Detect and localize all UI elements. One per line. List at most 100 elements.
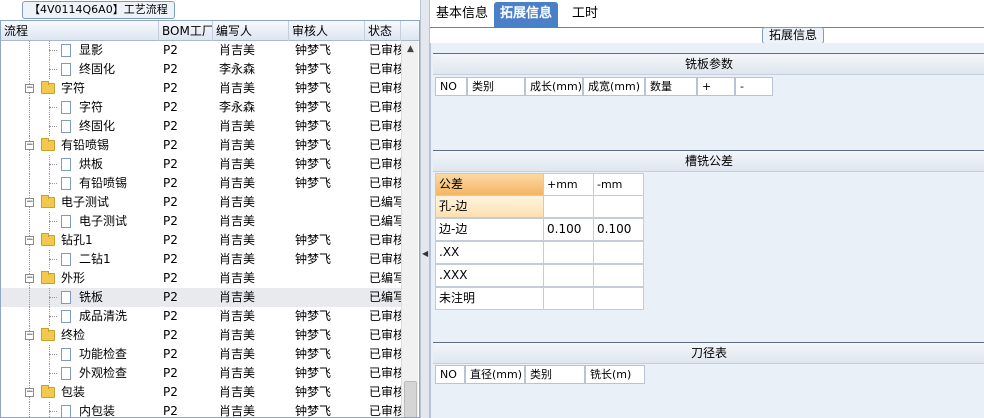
row-status: 已编写 <box>369 290 401 304</box>
collapse-toggle-icon[interactable]: − <box>25 84 34 93</box>
tree-folder-row[interactable]: − 终检 P2 肖吉美 钟梦飞 已审核 <box>1 326 401 345</box>
milling-remove-button[interactable]: - <box>735 77 773 96</box>
collapse-toggle-icon[interactable]: − <box>25 198 34 207</box>
tolerance-plus-cell[interactable] <box>543 241 594 264</box>
tree-scrollbar[interactable]: ▲ <box>401 41 419 417</box>
row-reviewer: 钟梦飞 <box>295 347 332 361</box>
row-process-name: 内包装 <box>79 404 116 418</box>
tree-row[interactable]: 终固化 P2 李永森 钟梦飞 已审核 <box>1 60 401 79</box>
row-process-name: 二钻1 <box>79 252 111 266</box>
tolerance-plus-cell[interactable]: 0.100 <box>543 218 594 241</box>
collapse-toggle-icon[interactable]: − <box>25 236 34 245</box>
tree-row[interactable]: 电子测试 P2 肖吉美 已编写 <box>1 212 401 231</box>
row-status: 已审核 <box>369 62 401 76</box>
tolerance-plus-cell[interactable] <box>543 264 594 287</box>
row-bom: P2 <box>163 309 178 323</box>
tree-row[interactable]: 功能检查 P2 肖吉美 钟梦飞 已审核 <box>1 345 401 364</box>
row-writer: 肖吉美 <box>219 214 256 228</box>
column-header-bom[interactable]: BOM工厂 <box>159 21 213 41</box>
tab-work-hours[interactable]: 工时 <box>566 2 604 28</box>
tree-rows: 显影P2肖吉美钟梦飞已审核终固化P2李永森钟梦飞已审核−字符P2肖吉美钟梦飞已审… <box>1 41 401 418</box>
milling-add-button[interactable]: + <box>697 77 735 96</box>
row-status: 已审核 <box>369 176 401 190</box>
tree-row[interactable]: 成品清洗 P2 肖吉美 钟梦飞 已审核 <box>1 307 401 326</box>
document-icon <box>61 63 71 76</box>
row-reviewer: 钟梦飞 <box>295 138 332 152</box>
collapse-toggle-icon[interactable]: − <box>25 141 34 150</box>
tree-row[interactable]: 二钻1 P2 肖吉美 钟梦飞 已审核 <box>1 250 401 269</box>
tolerance-minus-cell[interactable] <box>593 287 644 310</box>
slot-tolerance-header: 槽铣公差 <box>433 150 984 172</box>
collapse-toggle-icon[interactable]: − <box>25 274 34 283</box>
row-process-name: 功能检查 <box>79 347 128 361</box>
row-bom: P2 <box>163 157 178 171</box>
row-bom: P2 <box>163 271 178 285</box>
document-icon <box>61 405 71 417</box>
row-status: 已审核 <box>369 404 401 418</box>
tab-extended-info[interactable]: 拓展信息 <box>494 2 559 28</box>
tree-folder-row[interactable]: − 字符 P2 肖吉美 钟梦飞 已审核 <box>1 79 401 98</box>
tool-diameter-header: 刀径表 <box>433 342 984 364</box>
tree-folder-row[interactable]: − 钻孔1 P2 肖吉美 钟梦飞 已审核 <box>1 231 401 250</box>
column-header-process[interactable]: 流程 <box>1 21 159 41</box>
row-reviewer: 钟梦飞 <box>295 404 332 418</box>
tree-line <box>49 50 57 51</box>
collapse-toggle-icon[interactable]: − <box>25 331 34 340</box>
tab-basic-info[interactable]: 基本信息 <box>430 2 494 28</box>
row-bom: P2 <box>163 62 178 76</box>
row-process-name: 钻孔1 <box>61 233 93 247</box>
row-writer: 肖吉美 <box>219 43 256 57</box>
collapse-left-icon[interactable]: ◀ <box>422 248 429 260</box>
row-reviewer <box>295 212 365 231</box>
row-reviewer <box>295 269 365 288</box>
tree-line <box>29 288 30 307</box>
tree-line <box>29 345 30 364</box>
tree-row[interactable]: 有铅喷锡 P2 肖吉美 钟梦飞 已审核 <box>1 174 401 193</box>
tree-row[interactable]: 内包装 P2 肖吉美 钟梦飞 已审核 <box>1 402 401 418</box>
tree-row[interactable]: 烘板 P2 肖吉美 钟梦飞 已审核 <box>1 155 401 174</box>
folder-icon <box>41 233 55 246</box>
document-icon <box>61 291 71 304</box>
panel-splitter[interactable]: ◀ <box>420 0 430 418</box>
row-reviewer: 钟梦飞 <box>295 252 332 266</box>
column-header-reviewer[interactable]: 审核人 <box>289 21 365 41</box>
tree-line <box>29 307 30 326</box>
row-status: 已审核 <box>369 43 401 57</box>
detail-panel: 基本信息 拓展信息 工时 拓展信息 铣板参数 NO 类别 成长(mm) 成宽(m… <box>430 0 984 418</box>
row-bom: P2 <box>163 138 178 152</box>
tolerance-minus-cell[interactable] <box>593 264 644 287</box>
tree-folder-row[interactable]: − 外形 P2 肖吉美 已编写 <box>1 269 401 288</box>
tree-folder-row[interactable]: − 有铅喷锡 P2 肖吉美 钟梦飞 已审核 <box>1 136 401 155</box>
row-process-name: 铣板 <box>79 290 104 304</box>
row-writer: 肖吉美 <box>219 366 256 380</box>
tree-folder-row[interactable]: − 电子测试 P2 肖吉美 已编写 <box>1 193 401 212</box>
row-writer: 肖吉美 <box>219 119 256 133</box>
row-status: 已编写 <box>369 271 401 285</box>
column-header-status[interactable]: 状态 <box>365 21 401 41</box>
column-header-writer[interactable]: 编写人 <box>213 21 289 41</box>
tolerance-plus-cell[interactable] <box>543 195 594 218</box>
row-reviewer: 钟梦飞 <box>295 328 332 342</box>
row-bom: P2 <box>163 214 178 228</box>
tree-line <box>49 316 57 317</box>
tolerance-minus-cell[interactable] <box>593 241 644 264</box>
scroll-up-icon[interactable]: ▲ <box>402 41 419 58</box>
row-reviewer <box>295 193 365 212</box>
row-process-name: 显影 <box>79 43 104 57</box>
tool-col-type: 类别 <box>525 365 585 384</box>
tree-row[interactable]: 终固化 P2 肖吉美 钟梦飞 已审核 <box>1 117 401 136</box>
row-process-name: 有铅喷锡 <box>61 138 110 152</box>
grid-header: 流程 BOM工厂 编写人 审核人 状态 <box>1 21 419 41</box>
collapse-toggle-icon[interactable]: − <box>25 388 34 397</box>
tab-bar: 基本信息 拓展信息 工时 <box>430 0 984 28</box>
tree-row[interactable]: 字符 P2 李永森 钟梦飞 已审核 <box>1 98 401 117</box>
tolerance-minus-cell[interactable] <box>593 195 644 218</box>
tree-row[interactable]: 显影 P2 肖吉美 钟梦飞 已审核 <box>1 41 401 60</box>
scroll-thumb[interactable] <box>404 381 417 417</box>
tree-folder-row[interactable]: − 包装 P2 肖吉美 钟梦飞 已审核 <box>1 383 401 402</box>
row-status: 已审核 <box>369 347 401 361</box>
tree-row[interactable]: 铣板 P2 肖吉美 已编写 <box>1 288 401 307</box>
tree-row[interactable]: 外观检查 P2 肖吉美 钟梦飞 已审核 <box>1 364 401 383</box>
tolerance-plus-cell[interactable] <box>543 287 594 310</box>
tolerance-minus-cell[interactable]: 0.100 <box>593 218 644 241</box>
